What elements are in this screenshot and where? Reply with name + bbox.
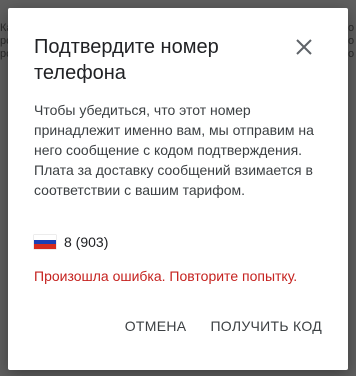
russia-flag-icon [34,235,56,250]
error-message: Произошла ошибка. Повторите попытку. [34,268,298,284]
dialog-actions: Отмена Получить код [125,318,322,334]
phone-number-row: 8 (903) [34,234,108,250]
cancel-button[interactable]: Отмена [125,318,187,334]
backdrop-text-right: ооо [348,22,355,60]
close-icon[interactable] [294,37,314,57]
phone-number: 8 (903) [64,234,109,250]
get-code-button[interactable]: Получить код [210,318,322,334]
verify-phone-dialog: Подтвердите номер телефона Чтобы убедить… [8,8,348,370]
dialog-description: Чтобы убедиться, что этот номер принадле… [34,102,314,198]
dialog-title: Подтвердите номер телефона [34,36,219,84]
backdrop-text: Карорс [0,22,8,60]
